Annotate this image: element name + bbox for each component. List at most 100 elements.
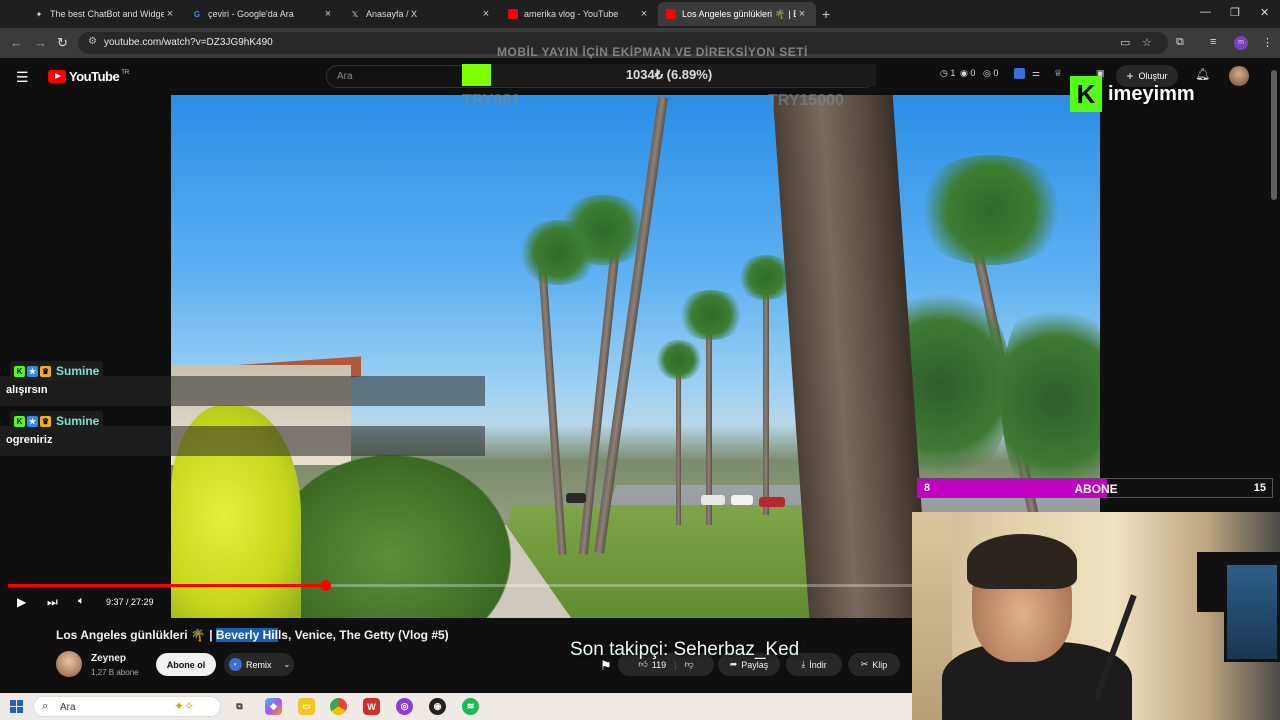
account-avatar[interactable] xyxy=(1229,66,1249,86)
crown-badge-icon: ♛ xyxy=(40,365,51,377)
close-tab-icon[interactable]: × xyxy=(322,8,334,20)
hamburger-menu-icon[interactable]: ☰ xyxy=(16,69,29,86)
google-favicon-icon: G xyxy=(193,9,201,19)
back-icon[interactable]: ← xyxy=(10,35,23,50)
webcam-person-hair xyxy=(967,534,1077,589)
forward-icon[interactable]: → xyxy=(34,35,47,50)
channel-avatar[interactable] xyxy=(56,651,82,677)
browser-tab-active[interactable]: Los Angeles günlükleri 🌴 | Bev × xyxy=(658,2,816,26)
next-video-icon[interactable]: ⏭ xyxy=(47,595,58,610)
last-follower-overlay: Son takipçi: Seherbaz_Ked xyxy=(570,639,800,660)
minimize-icon[interactable]: — xyxy=(1200,6,1211,18)
subscriber-badge-icon: ★ xyxy=(27,415,38,427)
extensions-icon[interactable]: ⧉ xyxy=(1176,36,1184,49)
kick-badge-icon: K xyxy=(14,415,25,427)
reload-icon[interactable]: ↻ xyxy=(57,35,68,51)
browser-tab[interactable]: 𝕏 Anasayfa / X × xyxy=(342,2,500,26)
chrome-icon[interactable] xyxy=(330,698,347,715)
windows-taskbar: ⌕ Ara ✦✧ ⧉ ◆ ▭ W ◎ ◉ ≋ xyxy=(0,693,912,720)
copilot-icon[interactable]: ◆ xyxy=(265,698,282,715)
task-view-icon[interactable]: ⧉ xyxy=(231,698,248,715)
video-scene-shrub xyxy=(271,455,511,618)
video-timecode: 9:37 / 27:29 xyxy=(106,597,154,607)
profile-icon[interactable]: m xyxy=(1234,36,1248,50)
close-tab-icon[interactable]: × xyxy=(638,8,650,20)
extension-badge-icon[interactable] xyxy=(1014,68,1025,79)
app-dark-icon[interactable]: ◉ xyxy=(429,698,446,715)
chatbot-favicon-icon: ✦ xyxy=(35,9,43,19)
page-scrollbar[interactable] xyxy=(1271,70,1277,200)
like-count: 119 xyxy=(651,659,667,670)
youtube-logo[interactable]: YouTube TR xyxy=(48,69,129,84)
video-progress-fill xyxy=(8,584,325,587)
notif-counter-2: ◉ 0 xyxy=(960,68,976,78)
subscriber-badge-icon: ★ xyxy=(27,365,38,377)
selected-text: Beverly Hil xyxy=(215,628,278,642)
donation-goal-bar: 1034₺ (6.89%) xyxy=(462,64,876,86)
subscriber-goal-bar: 8 ABONE 15 xyxy=(917,478,1273,498)
menu-kebab-icon[interactable]: ⋮ xyxy=(1262,36,1273,49)
parked-car xyxy=(731,495,753,505)
video-scrubber-handle[interactable] xyxy=(319,580,331,591)
windows-start-icon[interactable] xyxy=(10,700,23,713)
bookmark-star-icon[interactable]: ☆ xyxy=(1142,36,1152,49)
close-tab-icon[interactable]: × xyxy=(796,8,808,20)
site-info-icon[interactable]: ⚙ xyxy=(88,36,97,47)
reading-list-icon[interactable]: ≡ xyxy=(1210,36,1216,48)
youtube-favicon-icon xyxy=(666,9,676,19)
chat-username-tag: K ★ ♛ Sumine xyxy=(10,411,104,431)
new-tab-icon[interactable]: + xyxy=(822,6,830,22)
chat-message-text: ogreniriz xyxy=(6,434,53,446)
browser-tab[interactable]: ✦ The best ChatBot and Widgets f × xyxy=(26,2,184,26)
youtube-play-logo-icon xyxy=(48,70,66,83)
close-tab-icon[interactable]: × xyxy=(164,8,176,20)
scissors-icon: ✂ xyxy=(860,659,869,669)
chevron-down-icon: ⌄ xyxy=(283,660,291,669)
donation-goal-min: TRY981 xyxy=(462,92,521,109)
chat-username-tag: K ★ ♛ Sumine xyxy=(10,361,104,381)
kick-streamer-name: imeyimm xyxy=(1108,82,1195,105)
video-progress-bar[interactable] xyxy=(8,580,912,591)
palm-fronds xyxy=(676,290,746,340)
remix-button[interactable]: ◐ Remix ⌄ xyxy=(224,653,294,676)
search-highlight-icon: ✦✧ xyxy=(174,699,195,713)
chat-message-text: alışırsın xyxy=(6,384,48,396)
restore-icon[interactable]: ❐ xyxy=(1230,6,1240,19)
youtube-favicon-icon xyxy=(508,9,518,19)
subscribe-button[interactable]: Abone ol xyxy=(156,653,216,676)
subscriber-goal-max: 15 xyxy=(1253,482,1266,494)
remix-icon: ◐ xyxy=(229,658,242,671)
search-icon: ⌕ xyxy=(42,700,49,712)
trophy-icon[interactable]: ♕ xyxy=(1054,68,1062,79)
sliders-icon[interactable]: ⚌ xyxy=(1032,68,1040,79)
notif-counter-1: ◷ 1 xyxy=(940,68,956,78)
play-icon[interactable]: ▶ xyxy=(17,595,26,609)
palm-fronds xyxy=(654,340,704,380)
cast-icon[interactable]: ▭ xyxy=(1120,36,1130,49)
close-window-icon[interactable]: ✕ xyxy=(1260,6,1269,19)
palm-trunk xyxy=(676,355,681,525)
notif-counter-3: ◎ 0 xyxy=(983,68,999,78)
channel-name[interactable]: Zeynep xyxy=(91,653,126,664)
webcam-monitor xyxy=(1224,562,1280,662)
volume-icon[interactable]: 🔈︎ xyxy=(78,595,85,608)
kick-overlay: K imeyimm xyxy=(1070,76,1210,112)
channel-subscriber-count: 1,27 B abone xyxy=(91,668,139,677)
clip-button[interactable]: ✂ Klip xyxy=(848,653,900,676)
x-favicon-icon: 𝕏 xyxy=(351,9,359,19)
office-icon[interactable]: W xyxy=(363,698,380,715)
browser-tab[interactable]: G çeviri - Google'da Ara × xyxy=(184,2,342,26)
app-purple-icon[interactable]: ◎ xyxy=(396,698,413,715)
spotify-icon[interactable]: ≋ xyxy=(462,698,479,715)
streamer-webcam xyxy=(912,512,1280,720)
screen: ✦ The best ChatBot and Widgets f × G çev… xyxy=(0,0,1280,720)
subscriber-goal-label: ABONE xyxy=(1074,482,1118,496)
donation-goal-title: MOBİL YAYIN İÇİN EKİPMAN VE DİREKSİYON S… xyxy=(497,45,808,59)
browser-tab[interactable]: amerika vlog - YouTube × xyxy=(500,2,658,26)
kick-badge-icon: K xyxy=(14,365,25,377)
close-tab-icon[interactable]: × xyxy=(480,8,492,20)
taskbar-search-input[interactable]: ⌕ Ara ✦✧ xyxy=(33,696,221,717)
file-explorer-icon[interactable]: ▭ xyxy=(298,698,315,715)
crown-badge-icon: ♛ xyxy=(40,415,51,427)
url-text: youtube.com/watch?v=DZ3JG9hK490 xyxy=(104,37,273,48)
